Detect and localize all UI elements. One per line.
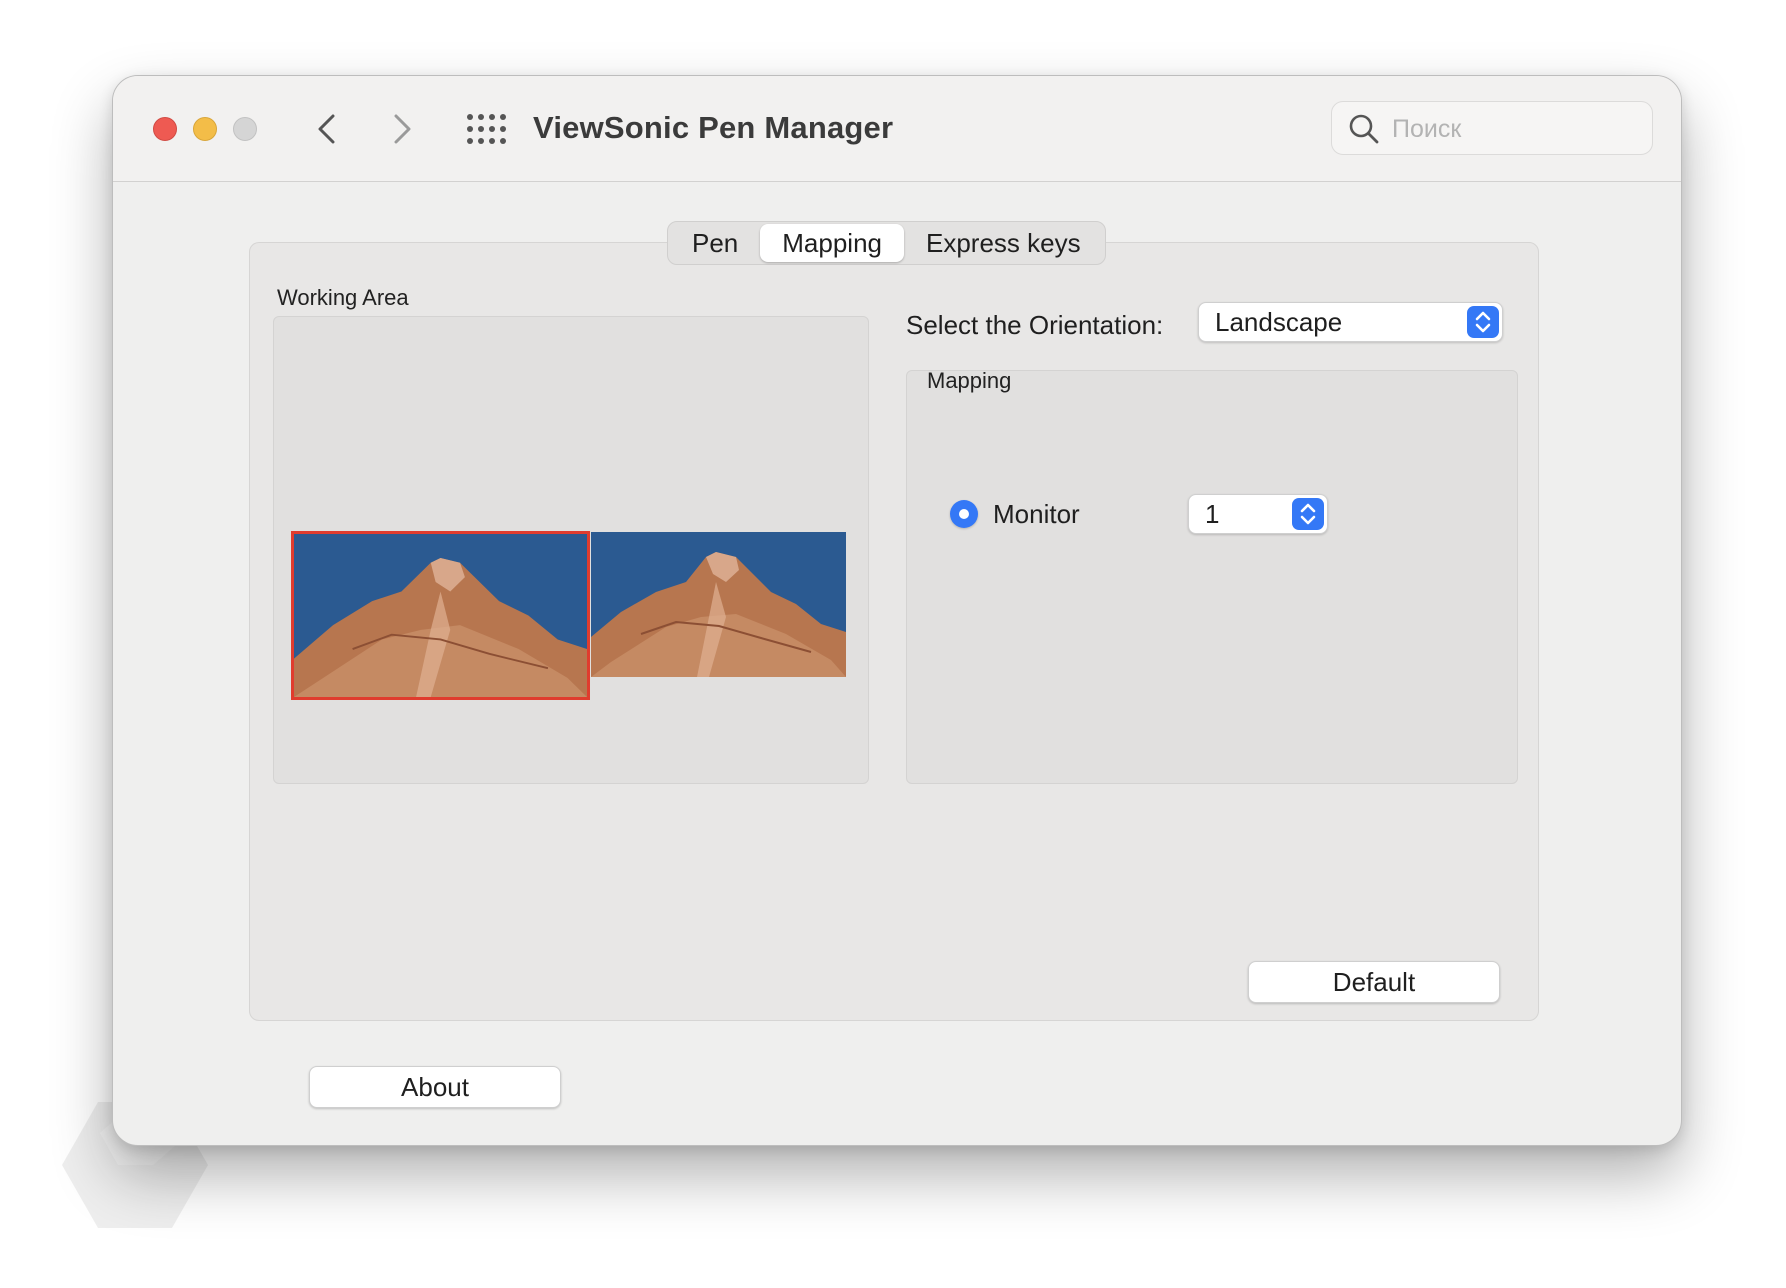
monitor-select[interactable]: 1 xyxy=(1188,494,1328,534)
default-button[interactable]: Default xyxy=(1248,961,1500,1003)
about-button[interactable]: About xyxy=(309,1066,561,1108)
search-icon xyxy=(1349,114,1379,144)
monitor-select-value: 1 xyxy=(1205,499,1220,529)
stepper-icon xyxy=(1467,306,1499,338)
monitor-radio[interactable] xyxy=(950,500,978,528)
monitor-1-thumbnail[interactable] xyxy=(291,531,590,700)
minimize-button[interactable] xyxy=(193,117,217,141)
grid-icon[interactable] xyxy=(465,112,507,146)
chevron-right-icon[interactable] xyxy=(381,109,421,149)
stepper-icon xyxy=(1292,498,1324,530)
tab-mapping[interactable]: Mapping xyxy=(760,224,904,262)
orientation-select[interactable]: Landscape xyxy=(1198,302,1503,342)
search-field[interactable] xyxy=(1331,101,1653,155)
monitor-radio-label[interactable]: Monitor xyxy=(993,496,1080,532)
mapping-group-title: Mapping xyxy=(927,368,1012,393)
mapping-group-box xyxy=(906,370,1518,784)
close-button[interactable] xyxy=(153,117,177,141)
orientation-label: Select the Orientation: xyxy=(906,310,1164,340)
tab-express-keys[interactable]: Express keys xyxy=(904,224,1103,262)
tab-pen[interactable]: Pen xyxy=(670,224,760,262)
maximize-button[interactable] xyxy=(233,117,257,141)
working-area-label: Working Area xyxy=(277,285,409,310)
orientation-value: Landscape xyxy=(1215,307,1343,337)
desktop-wallpaper-image xyxy=(294,534,587,697)
title-bar: ViewSonic Pen Manager xyxy=(113,76,1681,182)
desktop-wallpaper-image xyxy=(591,532,846,677)
monitor-2-thumbnail[interactable] xyxy=(591,532,846,677)
tab-bar: Pen Mapping Express keys xyxy=(667,221,1106,265)
app-window: ViewSonic Pen Manager Pen Mapping Expres… xyxy=(112,75,1682,1146)
window-title: ViewSonic Pen Manager xyxy=(533,110,894,145)
search-input[interactable] xyxy=(1390,111,1644,147)
chevron-left-icon[interactable] xyxy=(308,109,348,149)
